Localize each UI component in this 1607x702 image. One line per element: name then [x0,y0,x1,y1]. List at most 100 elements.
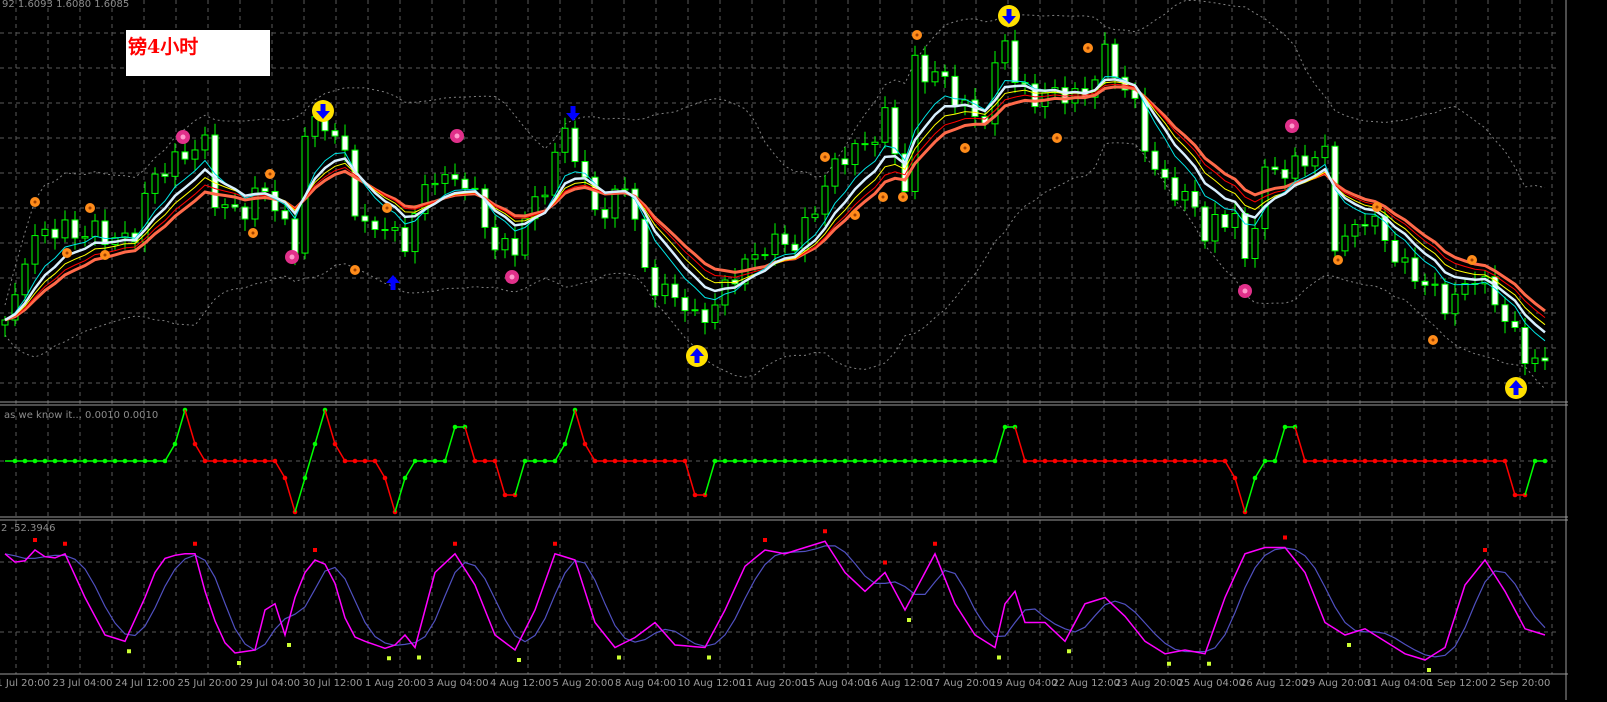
candle-body [831,158,839,187]
orange-signal-center [1055,136,1059,140]
orange-signal-icon [350,265,360,275]
orange-signal-icon [850,210,860,220]
blue-up-arrow-icon [386,275,400,290]
candle-body [571,127,579,163]
candle [1401,248,1409,274]
candle [891,99,899,165]
candle [531,186,539,231]
time-axis: 21 Jul 20:0023 Jul 04:0024 Jul 12:0025 J… [0,676,1560,702]
candle [1151,141,1159,176]
candle-body [101,220,109,245]
orange-signal-icon [1467,255,1477,265]
candle-body [31,235,39,265]
stochastic-low-dot [617,655,621,660]
candle-body [1321,145,1329,159]
orange-signal-icon [1083,43,1093,53]
oscillator-segment [994,426,1006,462]
candle-body [1011,40,1019,83]
candle [931,61,939,87]
time-label: 8 Aug 04:00 [615,678,677,689]
stochastic-low-dot [1167,661,1171,666]
orange-signal-icon [30,197,40,207]
stochastic-low-dot [417,655,421,660]
oscillator-segment [1224,460,1236,479]
candle-body [1361,224,1369,227]
orange-signal-icon [62,248,72,258]
pink-signal-center [454,133,460,139]
candle-body [1151,150,1159,170]
ma-salmon-line [4,85,1546,322]
candle-body [791,243,799,252]
candle [1391,231,1399,267]
orange-signal-icon [1372,202,1382,212]
stochastic-high-dot [193,541,197,546]
candle-body [241,206,249,220]
orange-signal-center [1336,258,1340,262]
ma-red-line [4,83,1546,321]
candle-body [231,204,239,208]
oscillator-segment [324,409,336,445]
stochastic-high-dot [1283,535,1287,540]
candle-body [1291,155,1299,179]
candle [1011,29,1019,93]
time-label: 25 Jul 20:00 [177,678,238,689]
candle [491,215,499,259]
time-label: 10 Aug 12:00 [677,678,745,689]
candle-body [41,228,49,237]
orange-signal-center [251,231,255,235]
oscillator-segment [164,443,176,462]
stochastic-high-dot [313,548,317,552]
candle-body [681,297,689,312]
oscillator-segment [1234,477,1246,513]
oscillator-segment [444,426,456,462]
candle [1361,212,1369,236]
stochastic-low-dot [1207,661,1211,666]
candle [391,221,399,242]
candle [451,163,459,187]
candle-body [941,71,949,77]
candle [1301,144,1309,177]
orange-signal-center [823,155,827,159]
candle-body [1201,206,1209,242]
stochastic-high-dot [63,541,67,546]
sell-arrow-icon [998,5,1020,27]
orange-signal-center [901,195,905,199]
candle-body [821,185,829,215]
orange-signal-icon [1428,335,1438,345]
time-label: 2 Sep 20:00 [1490,678,1551,689]
candle-body [1191,190,1199,208]
candle [401,216,409,257]
candle [591,171,599,216]
candle-body [491,226,499,251]
oscillator-segment [584,443,596,462]
oscillator-segment [464,426,476,462]
candle [181,142,189,165]
candle-body [751,254,759,260]
candle-body [1251,228,1259,260]
candle-body [781,233,789,245]
candle [201,126,209,160]
time-label: 1 Sep 12:00 [1427,678,1488,689]
candle-body [561,127,569,153]
candle [1431,272,1439,297]
candle [1031,74,1039,114]
candle-body [1231,213,1239,228]
candle-body [951,75,959,107]
ma-yellow-line [4,81,1546,326]
time-label: 23 Jul 04:00 [52,678,113,689]
candle-body [1391,239,1399,263]
oscillator-segment [284,477,296,513]
candle [1221,210,1229,232]
time-label: 22 Aug 12:00 [1052,678,1120,689]
stochastic-high-dot [883,560,887,565]
orange-signal-icon [912,30,922,40]
candle [41,221,49,244]
oscillator-segment [184,409,196,445]
candle [1201,201,1209,249]
orange-signal-center [853,213,857,217]
candle-body [1431,283,1439,286]
candle [1451,282,1459,326]
candle-body [1371,215,1379,227]
candle [511,226,519,267]
stochastic-low-dot [287,643,291,647]
